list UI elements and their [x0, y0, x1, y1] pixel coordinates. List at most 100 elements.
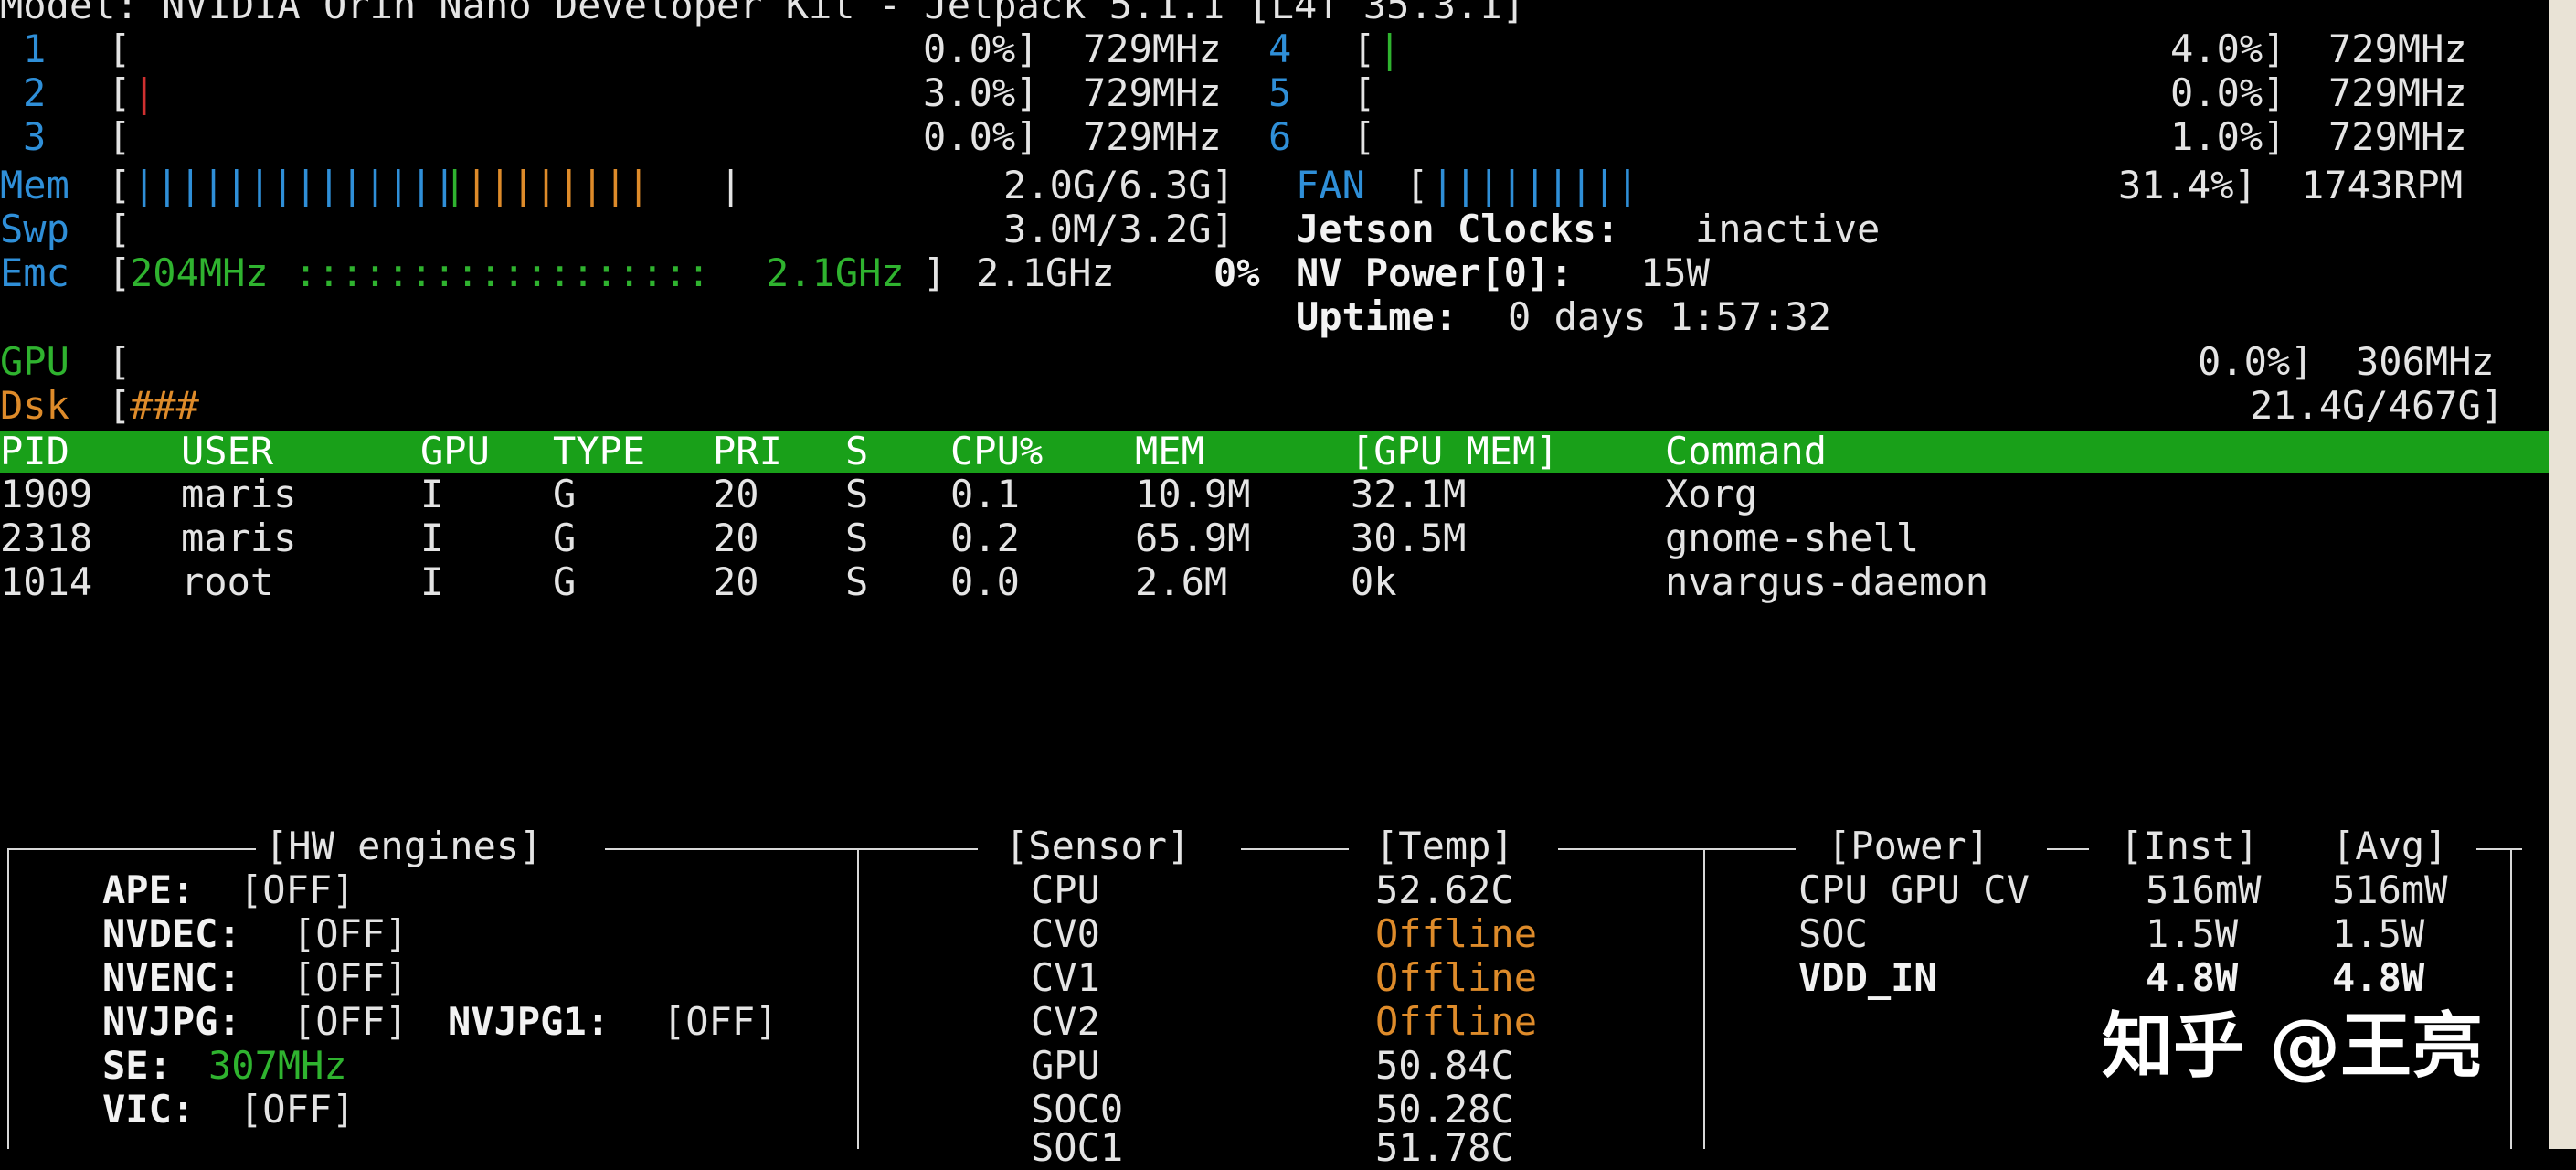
sensor-temp: 51.78C [1375, 1125, 1514, 1170]
swap-label: Swp [0, 207, 69, 251]
sensor-name: SOC1 [1031, 1125, 1124, 1170]
pid: 1014 [0, 559, 93, 604]
emc-bracket-close: ] [923, 250, 947, 295]
cpu-freq: 729MHz [2328, 70, 2467, 115]
hw-engines-title: [HW engines] [265, 824, 543, 868]
col-command[interactable]: Command [1665, 430, 1827, 473]
nvdec-value: [OFF] [292, 911, 408, 956]
disk-label: Dsk [0, 383, 69, 428]
state: S [845, 516, 869, 560]
type: G [553, 516, 577, 560]
sensor-temp: 52.62C [1375, 867, 1514, 912]
se-label: SE: [102, 1043, 172, 1088]
window-scrollbar[interactable] [2549, 0, 2576, 1149]
user: root [181, 559, 274, 604]
cpu-bar-bracket: [ [108, 27, 132, 71]
nvdec-label: NVDEC: [102, 911, 241, 956]
cpu-freq: 729MHz [2328, 114, 2467, 159]
cpu-freq: 729MHz [1083, 114, 1222, 159]
cpu-bar-bracket: [ [1352, 114, 1376, 159]
cpu-percent: 0.1 [950, 472, 1020, 516]
col-pid[interactable]: PID [0, 430, 69, 473]
power-rail-name: SOC [1798, 911, 1868, 956]
mem: 10.9M [1135, 472, 1251, 516]
cpu-bar-bracket: [ [108, 114, 132, 159]
power-box-top-mid [2047, 848, 2089, 850]
power-inst: 516mW [2146, 867, 2262, 912]
pri: 20 [713, 472, 759, 516]
mem-value: 2.0G/6.3G] [1003, 163, 1235, 207]
power-rail-name: CPU GPU CV [1798, 867, 2030, 912]
fan-bar-fill: ||||||||| [1431, 163, 1639, 207]
col-pri[interactable]: PRI [713, 430, 782, 473]
cpu-usage: 3.0%] [923, 70, 1039, 115]
pid: 2318 [0, 516, 93, 560]
cpu-id: 1 [23, 27, 47, 71]
col-mem[interactable]: MEM [1135, 430, 1204, 473]
nvjpg-label: NVJPG: [102, 999, 241, 1044]
nvjpg-value: [OFF] [292, 999, 408, 1044]
mem-bar-tail: | [719, 163, 743, 207]
gpu-mem: 32.1M [1351, 472, 1467, 516]
power-inst: 1.5W [2146, 911, 2239, 956]
fan-value: 31.4%] [2118, 163, 2257, 207]
power-rail-name: VDD_IN [1798, 955, 1937, 1000]
power-title: [Power] [1828, 824, 1990, 868]
gpu: I [420, 516, 444, 560]
gpu-label: GPU [0, 339, 69, 384]
gpu-mem: 0k [1351, 559, 1397, 604]
cpu-bar-bracket: [ [1352, 27, 1376, 71]
hw-box-top-left [7, 848, 256, 850]
cpu-bar-fill: | [1378, 27, 1402, 71]
sensor-temp: 50.84C [1375, 1043, 1514, 1088]
mem: 2.6M [1135, 559, 1228, 604]
col-gpu-mem[interactable]: [GPU MEM] [1351, 430, 1559, 473]
power-inst-title: [Inst] [2120, 824, 2259, 868]
command: nvargus-daemon [1665, 559, 1989, 604]
nv-power-label: NV Power[0]: [1296, 250, 1574, 295]
fan-bar-bracket: [ [1405, 163, 1429, 207]
col-state[interactable]: S [845, 430, 868, 473]
disk-bar-fill: ### [130, 383, 199, 428]
watermark: 知乎 @王亮 [2102, 1005, 2484, 1088]
mem-bar-buffers: | [443, 163, 467, 207]
sensor-name: CV2 [1031, 999, 1100, 1044]
col-gpu[interactable]: GPU [420, 430, 490, 473]
nvenc-label: NVENC: [102, 955, 241, 1000]
power-avg: 1.5W [2332, 911, 2425, 956]
disk-value: 21.4G/467G] [2250, 383, 2505, 428]
emc-bracket-open: [ [108, 250, 132, 295]
col-user[interactable]: USER [181, 430, 273, 473]
power-box-top-right [2476, 848, 2522, 850]
sensor-name: CV0 [1031, 911, 1100, 956]
panel-divider-1 [857, 848, 859, 1149]
col-type[interactable]: TYPE [553, 430, 645, 473]
nvjpg1-value: [OFF] [663, 999, 779, 1044]
power-avg-title: [Avg] [2332, 824, 2448, 868]
emc-dots: :::::::::::::::::: [294, 250, 711, 295]
cpu-freq: 729MHz [1083, 27, 1222, 71]
emc-usage: 0% [1214, 250, 1260, 295]
se-value: 307MHz [208, 1043, 347, 1088]
cpu-id: 3 [23, 114, 47, 159]
mem-label: Mem [0, 163, 69, 207]
user: maris [181, 472, 297, 516]
col-cpu[interactable]: CPU% [950, 430, 1043, 473]
emc-low: 204MHz [130, 250, 269, 295]
cpu-usage: 0.0%] [2170, 70, 2286, 115]
cpu-bar-bracket: [ [108, 70, 132, 115]
cpu-usage: 0.0%] [923, 114, 1039, 159]
state: S [845, 559, 869, 604]
fan-rpm: 1743RPM [2301, 163, 2464, 207]
cpu-percent: 0.0 [950, 559, 1020, 604]
hw-box-left-edge [7, 848, 9, 1149]
sensor-box-top-right [1558, 848, 1796, 850]
command: Xorg [1665, 472, 1758, 516]
ape-label: APE: [102, 867, 196, 912]
fan-label: FAN [1296, 163, 1365, 207]
user: maris [181, 516, 297, 560]
command: gnome-shell [1665, 516, 1920, 560]
jetson-clocks-label: Jetson Clocks: [1296, 207, 1620, 251]
mem-bar-bracket: [ [108, 163, 132, 207]
cpu-id: 5 [1268, 70, 1292, 115]
